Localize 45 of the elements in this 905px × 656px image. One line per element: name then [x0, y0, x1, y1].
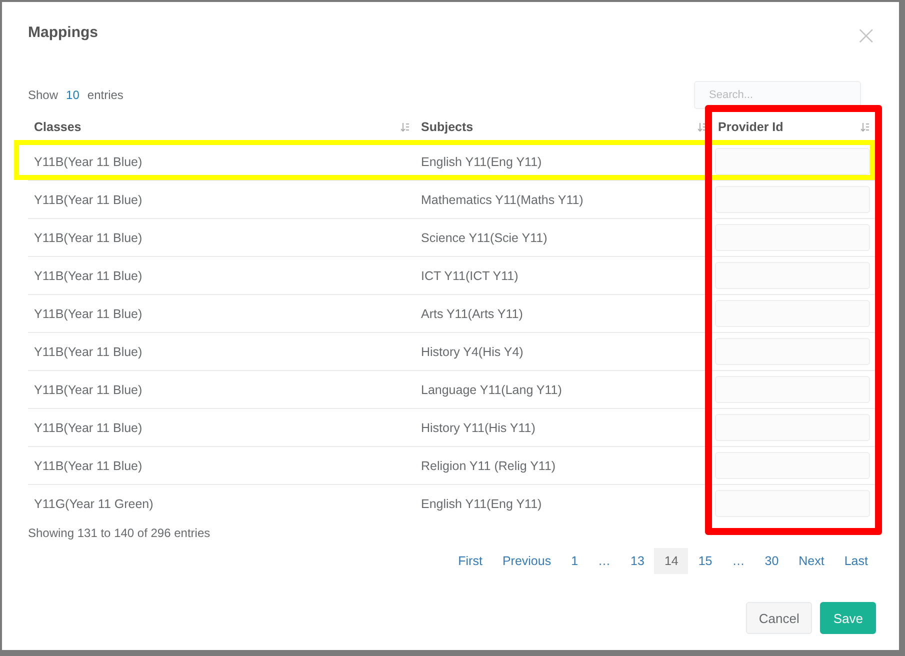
subject-cell: English Y11(Eng Y11) — [421, 496, 542, 510]
class-cell: Y11B(Year 11 Blue) — [34, 306, 142, 320]
class-cell: Y11B(Year 11 Blue) — [34, 382, 142, 396]
class-cell: Y11G(Year 11 Green) — [34, 496, 154, 510]
pagination-link[interactable]: 15 — [688, 548, 722, 574]
class-cell: Y11B(Year 11 Blue) — [34, 344, 142, 358]
subject-cell: ICT Y11(ICT Y11) — [421, 268, 518, 282]
page-length-select[interactable]: 10 — [66, 88, 80, 102]
subject-cell: Language Y11(Lang Y11) — [421, 382, 562, 396]
pagination-link[interactable]: First — [448, 548, 492, 574]
subject-cell: English Y11(Eng Y11) — [421, 154, 542, 168]
subject-cell: Religion Y11 (Relig Y11) — [421, 458, 556, 472]
column-header[interactable]: Classes — [34, 120, 82, 134]
pagination-link[interactable]: 1 — [561, 548, 588, 574]
pagination-link[interactable]: … — [722, 548, 755, 574]
dialog-title: Mappings — [28, 24, 98, 40]
sort-icon[interactable] — [861, 122, 869, 132]
entries-label: entries — [87, 88, 124, 102]
pagination-link[interactable]: 13 — [620, 548, 654, 574]
class-cell: Y11B(Year 11 Blue) — [34, 268, 142, 282]
class-cell: Y11B(Year 11 Blue) — [34, 154, 142, 168]
subject-cell: History Y11(His Y11) — [421, 420, 536, 434]
show-label: Show — [28, 88, 58, 102]
pagination-link[interactable]: … — [588, 548, 621, 574]
pagination-link[interactable]: Next — [788, 548, 834, 574]
column-header[interactable]: Subjects — [421, 120, 474, 134]
provider-id-field[interactable] — [715, 148, 870, 175]
subject-cell: History Y4(His Y4) — [421, 344, 524, 358]
table-info: Showing 131 to 140 of 296 entries — [28, 526, 212, 540]
pagination-link[interactable]: Previous — [492, 548, 562, 574]
sort-icon[interactable] — [698, 122, 706, 132]
sort-descending-icon[interactable] — [401, 122, 409, 132]
subject-cell: Mathematics Y11(Maths Y11) — [421, 192, 584, 206]
column-header[interactable]: Provider Id — [718, 120, 784, 134]
class-cell: Y11B(Year 11 Blue) — [34, 420, 142, 434]
class-cell: Y11B(Year 11 Blue) — [34, 458, 142, 472]
save-button[interactable]: Save — [820, 602, 876, 634]
class-cell: Y11B(Year 11 Blue) — [34, 192, 142, 206]
class-cell: Y11B(Year 11 Blue) — [34, 230, 142, 244]
pagination-link[interactable]: 14 — [654, 548, 688, 574]
pagination-link[interactable]: Last — [834, 548, 878, 574]
pagination-link[interactable]: 30 — [754, 548, 789, 574]
subject-cell: Arts Y11(Arts Y11) — [421, 306, 523, 320]
subject-cell: Science Y11(Scie Y11) — [421, 230, 548, 244]
cancel-button[interactable]: Cancel — [746, 602, 812, 634]
